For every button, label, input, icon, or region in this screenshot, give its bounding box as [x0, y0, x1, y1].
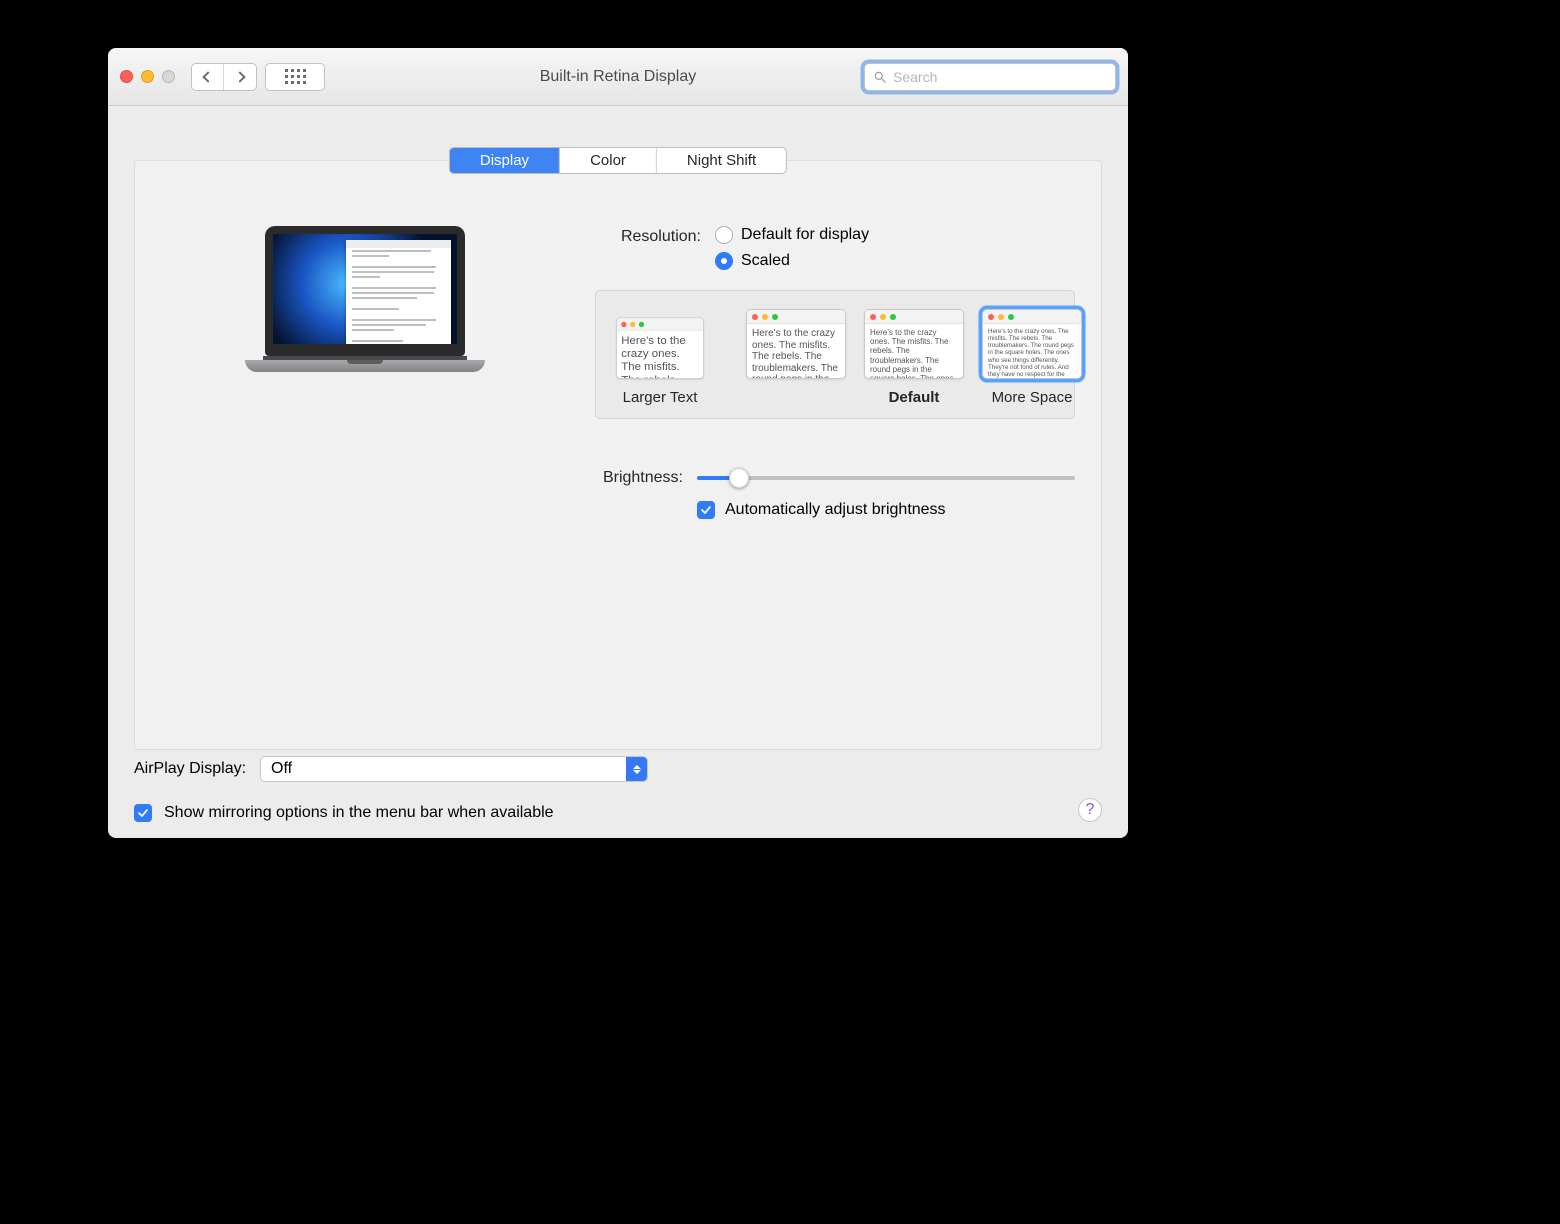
brightness-row: Brightness: Automatically adjust brightn… — [583, 467, 1075, 519]
zoom-button — [162, 70, 175, 83]
slider-knob[interactable] — [729, 468, 749, 488]
prefs-window: Built-in Retina Display Display Color Ni… — [108, 48, 1128, 838]
scale-option-label: Default — [864, 389, 964, 406]
scale-option-default[interactable]: Here's to the crazy ones. The misfits. T… — [864, 309, 964, 406]
back-button[interactable] — [192, 64, 224, 90]
radio-scaled[interactable]: Scaled — [715, 252, 869, 270]
bottom-controls: AirPlay Display: Off Show mirroring opti… — [134, 756, 1102, 822]
chevron-right-icon — [234, 71, 245, 82]
auto-brightness-checkbox[interactable]: Automatically adjust brightness — [697, 501, 1075, 519]
radio-default-for-display[interactable]: Default for display — [715, 226, 869, 244]
brightness-slider[interactable] — [697, 469, 1075, 487]
close-button[interactable] — [120, 70, 133, 83]
airplay-label: AirPlay Display: — [134, 760, 246, 778]
mirroring-checkbox[interactable]: Show mirroring options in the menu bar w… — [134, 804, 1102, 822]
radio-icon — [715, 226, 733, 244]
scale-option-label: More Space — [982, 389, 1082, 406]
search-input[interactable] — [893, 69, 1107, 85]
minimize-button[interactable] — [141, 70, 154, 83]
radio-icon — [715, 252, 733, 270]
grid-icon — [285, 69, 306, 84]
window-controls — [120, 70, 175, 83]
resolution-row: Resolution: Default for display Scaled — [583, 226, 1075, 270]
tab-display[interactable]: Display — [450, 148, 560, 173]
mirroring-label: Show mirroring options in the menu bar w… — [164, 804, 554, 822]
checkbox-icon — [697, 501, 715, 519]
forward-button[interactable] — [224, 64, 256, 90]
help-button[interactable]: ? — [1078, 798, 1102, 822]
chevron-left-icon — [202, 71, 213, 82]
brightness-label: Brightness: — [583, 467, 697, 487]
scale-option-label: Larger Text — [610, 389, 710, 406]
resolution-label: Resolution: — [583, 226, 715, 246]
tab-night-shift[interactable]: Night Shift — [657, 148, 786, 173]
select-stepper-icon — [626, 757, 647, 781]
scale-option-2[interactable]: Here's to the crazy ones. The misfits. T… — [746, 309, 846, 406]
resolution-scale-picker: Here's to the crazy ones. The misfits. T… — [595, 290, 1075, 419]
titlebar: Built-in Retina Display — [108, 48, 1128, 106]
slider-track — [697, 476, 1075, 480]
checkbox-icon — [134, 804, 152, 822]
search-field[interactable] — [864, 63, 1116, 91]
show-all-button[interactable] — [265, 63, 325, 91]
airplay-select[interactable]: Off — [260, 756, 648, 782]
radio-label: Default for display — [741, 226, 869, 244]
scale-option-more-space[interactable]: Here's to the crazy ones. The misfits. T… — [982, 309, 1082, 406]
search-icon — [873, 70, 887, 84]
airplay-row: AirPlay Display: Off — [134, 756, 1102, 782]
help-icon: ? — [1086, 801, 1095, 819]
tab-bar: Display Color Night Shift — [449, 147, 787, 174]
radio-label: Scaled — [741, 252, 790, 270]
airplay-value: Off — [271, 760, 292, 778]
display-illustration — [245, 226, 485, 372]
nav-buttons — [191, 63, 257, 91]
scale-option-larger-text[interactable]: Here's to the crazy ones. The misfits. T… — [610, 309, 710, 406]
content-pane: Display Color Night Shift — [134, 160, 1102, 750]
auto-brightness-label: Automatically adjust brightness — [725, 501, 946, 519]
tab-color[interactable]: Color — [560, 148, 657, 173]
settings-column: Resolution: Default for display Scaled H… — [583, 226, 1075, 519]
